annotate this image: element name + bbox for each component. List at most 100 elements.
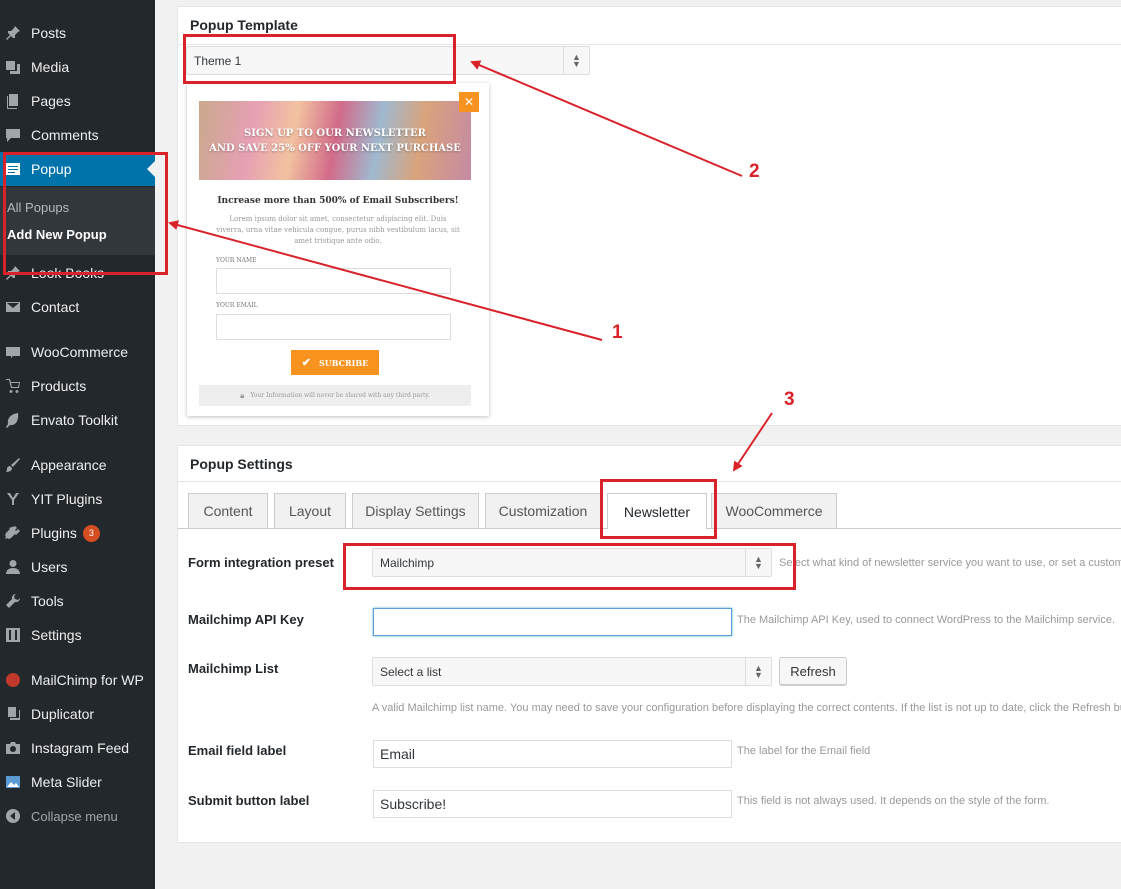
sidebar-item-woocommerce[interactable]: WooCommerce: [0, 335, 155, 369]
preview-banner-image: SIGN UP TO OUR NEWSLETTER AND SAVE 25% O…: [199, 101, 471, 180]
api-key-label: Mailchimp API Key: [188, 612, 304, 627]
popup-preview: SIGN UP TO OUR NEWSLETTER AND SAVE 25% O…: [187, 83, 489, 416]
cart-icon: [4, 377, 22, 395]
pages-icon: [4, 92, 22, 110]
sidebar-item-pages[interactable]: Pages: [0, 84, 155, 118]
camera-icon: [4, 739, 22, 757]
list-label: Mailchimp List: [188, 661, 279, 676]
annotation-box-template-select: [183, 34, 456, 84]
sidebar-item-label: MailChimp for WP: [31, 672, 144, 688]
sidebar-item-label: Collapse menu: [31, 808, 118, 824]
tab-layout[interactable]: Layout: [274, 493, 346, 528]
sidebar-item-label: WooCommerce: [31, 344, 128, 360]
api-key-description: The Mailchimp API Key, used to connect W…: [737, 614, 1116, 626]
sidebar-item-label: Posts: [31, 25, 67, 41]
check-icon: ✔: [301, 356, 311, 369]
sidebar-item-products[interactable]: Products: [0, 369, 155, 403]
settings-icon: [4, 626, 22, 644]
sidebar-item-label: Plugins: [31, 525, 77, 541]
sidebar-item-label: Products: [31, 378, 87, 394]
sidebar-item-label: Meta Slider: [31, 774, 102, 790]
annotation-number-2: 2: [749, 161, 760, 182]
preview-name-input: [216, 268, 451, 294]
slider-icon: [4, 773, 22, 791]
sidebar-item-tools[interactable]: Tools: [0, 584, 155, 618]
sidebar-item-label: Users: [31, 559, 68, 575]
sidebar-item-media[interactable]: Media: [0, 50, 155, 84]
tab-customization[interactable]: Customization: [485, 493, 601, 528]
tab-display-settings[interactable]: Display Settings: [352, 493, 479, 528]
brush-icon: [4, 456, 22, 474]
submit-label-input[interactable]: Subscribe!: [373, 790, 732, 818]
annotation-box-popup-menu: [3, 152, 168, 275]
preview-subscribe-label: SUBCRIBE: [318, 357, 369, 368]
chevron-updown-icon: ▲ ▼: [563, 47, 589, 74]
sidebar-item-posts[interactable]: Posts: [0, 16, 155, 50]
pin-icon: [4, 24, 22, 42]
sidebar-item-duplicator[interactable]: Duplicator: [0, 697, 155, 731]
panel-title: Popup Template: [190, 17, 298, 33]
preset-description: Select what kind of newsletter service y…: [779, 557, 1121, 569]
sidebar-item-label: Appearance: [31, 457, 107, 473]
email-label-input[interactable]: Email: [373, 740, 732, 768]
chevron-updown-icon: ▲ ▼: [745, 658, 771, 685]
media-icon: [4, 58, 22, 76]
sidebar-item-label: Settings: [31, 627, 82, 643]
wp-admin-screen: Posts Media Pages Comments Popup All Pop…: [0, 0, 1121, 889]
mail-icon: [4, 298, 22, 316]
sidebar-item-mailchimp-for-wp[interactable]: MailChimp for WP: [0, 663, 155, 697]
sidebar-item-comments[interactable]: Comments: [0, 118, 155, 152]
annotation-number-1: 1: [612, 322, 623, 343]
email-field-label: Email field label: [188, 743, 287, 758]
duplicator-icon: [4, 705, 22, 723]
list-select-value: Select a list: [380, 664, 442, 679]
sidebar-item-label: Duplicator: [31, 706, 95, 722]
sidebar-item-label: Contact: [31, 299, 80, 315]
sidebar-item-settings[interactable]: Settings: [0, 618, 155, 652]
lock-icon: 🔒︎: [240, 390, 245, 400]
sidebar-item-users[interactable]: Users: [0, 550, 155, 584]
tab-woocommerce[interactable]: WooCommerce: [711, 493, 837, 528]
preview-footer-text: Your Information will never be shared wi…: [250, 392, 430, 399]
mailchimp-icon: [4, 671, 22, 689]
email-field-description: The label for the Email field: [737, 745, 871, 757]
preview-name-label: YOUR NAME: [216, 257, 257, 264]
submit-button-label: Submit button label: [188, 793, 310, 808]
annotation-number-3: 3: [784, 389, 795, 410]
preview-subscribe-button: ✔ SUBCRIBE: [291, 350, 379, 375]
sidebar-item-appearance[interactable]: Appearance: [0, 448, 155, 482]
sidebar-item-envato-toolkit[interactable]: Envato Toolkit: [0, 403, 155, 437]
api-key-input[interactable]: [373, 608, 732, 636]
list-select[interactable]: Select a list ▲ ▼: [372, 657, 772, 686]
refresh-button[interactable]: Refresh: [779, 657, 847, 685]
woo-icon: [4, 343, 22, 361]
preview-banner-line2: AND SAVE 25% OFF YOUR NEXT PURCHASE: [209, 142, 461, 154]
sidebar-item-yit-plugins[interactable]: YIT Plugins: [0, 482, 155, 516]
sidebar-item-instagram-feed[interactable]: Instagram Feed: [0, 731, 155, 765]
tab-content[interactable]: Content: [188, 493, 268, 528]
preview-heading: Increase more than 500% of Email Subscri…: [217, 196, 459, 206]
collapse-menu-button[interactable]: Collapse menu: [0, 799, 155, 833]
submit-button-description: This field is not always used. It depend…: [737, 795, 1050, 807]
collapse-icon: [4, 807, 22, 825]
preview-email-label: YOUR EMAIL: [216, 302, 258, 309]
panel-title: Popup Settings: [190, 456, 293, 472]
preview-description: Lorem ipsum dolor sit amet, consectetur …: [216, 215, 460, 245]
annotation-box-preset-select: [343, 543, 796, 590]
sidebar-item-plugins[interactable]: Plugins 3: [0, 516, 155, 550]
sidebar-item-label: Instagram Feed: [31, 740, 130, 756]
sidebar-item-label: Tools: [31, 593, 64, 609]
sidebar-item-contact[interactable]: Contact: [0, 290, 155, 324]
sidebar-item-meta-slider[interactable]: Meta Slider: [0, 765, 155, 799]
plugins-update-badge: 3: [82, 524, 100, 542]
preview-banner-line1: SIGN UP TO OUR NEWSLETTER: [244, 127, 426, 139]
annotation-box-newsletter-tab: [600, 479, 717, 539]
wrench-icon: [4, 592, 22, 610]
close-icon: ✕: [459, 92, 479, 112]
sidebar-item-label: Pages: [31, 93, 71, 109]
plug-icon: [4, 524, 22, 542]
sidebar-item-label: Envato Toolkit: [31, 412, 118, 428]
list-description: A valid Mailchimp list name. You may nee…: [372, 702, 1121, 714]
admin-sidebar: Posts Media Pages Comments Popup All Pop…: [0, 0, 155, 889]
leaf-icon: [4, 411, 22, 429]
